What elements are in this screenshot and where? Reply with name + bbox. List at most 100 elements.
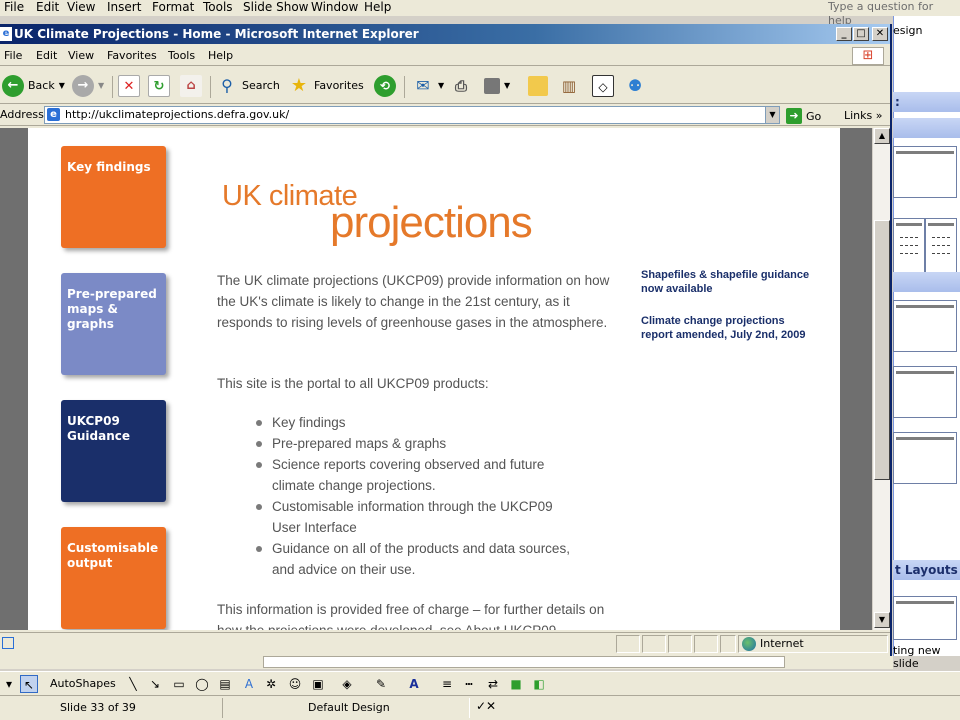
oval-tool-icon[interactable]: ◯: [193, 675, 211, 693]
ie-toolbar: ← Back ▼ → ▼ ✕ ↻ ⌂ ⚲ Search ★ Favorites …: [0, 68, 890, 104]
address-dropdown-icon[interactable]: ▼: [765, 107, 779, 123]
ie-app-icon[interactable]: e: [0, 27, 12, 41]
minimize-button[interactable]: _: [836, 27, 852, 41]
ppt-menu-edit[interactable]: Edit: [36, 0, 59, 15]
ppt-layout-thumb[interactable]: [893, 218, 925, 274]
clipart-tool-icon[interactable]: ☺: [286, 675, 304, 693]
ppt-design-label[interactable]: esign: [893, 24, 923, 37]
close-button[interactable]: ✕: [872, 27, 888, 41]
favorites-star-icon: ★: [290, 75, 308, 96]
ie-vertical-scrollbar[interactable]: ▲ ▼: [872, 128, 890, 630]
search-button[interactable]: ⚲ Search: [216, 74, 280, 98]
list-item: Customisable information through the UKC…: [256, 496, 578, 538]
stop-button[interactable]: ✕: [118, 74, 140, 98]
back-label: Back: [28, 79, 55, 92]
ie-statusbar: Internet: [0, 632, 890, 654]
picture-tool-icon[interactable]: ▣: [309, 675, 327, 693]
font-color-icon[interactable]: A: [405, 675, 423, 693]
refresh-button[interactable]: ↻: [148, 74, 170, 98]
research-button[interactable]: ▥: [558, 74, 580, 98]
wordart-tool-icon[interactable]: A: [240, 675, 258, 693]
ie-titlebar[interactable]: e UK Climate Projections - Home - Micros…: [0, 24, 890, 44]
ppt-menu-view[interactable]: View: [67, 0, 95, 15]
ie-menu-tools[interactable]: Tools: [168, 49, 195, 62]
ie-menu-edit[interactable]: Edit: [36, 49, 57, 62]
ppt-layout-thumb[interactable]: [893, 596, 957, 640]
status-cell: [668, 635, 692, 653]
fill-color-icon[interactable]: ◈: [338, 675, 356, 693]
ppt-layout-thumb[interactable]: [925, 218, 957, 274]
ppt-menu-insert[interactable]: Insert: [107, 0, 141, 15]
maximize-button[interactable]: □: [853, 27, 869, 41]
3d-style-icon[interactable]: ◧: [530, 675, 548, 693]
history-button[interactable]: ⟲: [374, 74, 396, 98]
textbox-tool-icon[interactable]: ▤: [216, 675, 234, 693]
scroll-up-arrow-icon[interactable]: ▲: [874, 128, 890, 144]
print-icon: ⎙: [454, 77, 467, 95]
tile-key-findings[interactable]: Key findings: [61, 146, 166, 248]
dash-style-icon[interactable]: ┅: [460, 675, 478, 693]
tile-customisable-output[interactable]: Customisable output: [61, 527, 166, 629]
edit-button[interactable]: ▼: [484, 74, 510, 98]
favorites-button[interactable]: ★ Favorites: [288, 74, 364, 98]
ppt-menu-tools[interactable]: Tools: [203, 0, 233, 15]
draw-menu-icon[interactable]: ▾: [2, 675, 16, 693]
mail-button[interactable]: ✉ ▼: [412, 74, 444, 98]
favorites-label: Favorites: [314, 79, 364, 92]
ppt-layout-thumb[interactable]: [893, 366, 957, 418]
links-menu[interactable]: Links »: [844, 109, 883, 122]
rectangle-tool-icon[interactable]: ▭: [170, 675, 188, 693]
ppt-pane-section-layouts: t Layouts: [893, 560, 960, 580]
back-button[interactable]: ← Back ▼: [2, 74, 65, 98]
diagram-tool-icon[interactable]: ✲: [262, 675, 280, 693]
messenger-button[interactable]: ◇: [592, 74, 614, 98]
tile-ukcp09-guidance[interactable]: UKCP09 Guidance: [61, 400, 166, 502]
ppt-menu-file[interactable]: File: [4, 0, 24, 15]
ppt-layout-thumb[interactable]: [893, 146, 957, 198]
tile-maps-graphs[interactable]: Pre-prepared maps & graphs: [61, 273, 166, 375]
line-color-icon[interactable]: ✎: [372, 675, 390, 693]
line-style-icon[interactable]: ≡: [438, 675, 456, 693]
mail-dropdown-icon[interactable]: ▼: [438, 74, 444, 98]
arrow-style-icon[interactable]: ⇄: [484, 675, 502, 693]
select-pointer-icon[interactable]: ↖: [20, 675, 38, 693]
ppt-pane-section-bar: [893, 272, 960, 292]
autoshapes-menu[interactable]: AutoShapes: [50, 677, 116, 690]
ppt-scroll-track[interactable]: [263, 656, 785, 668]
scroll-down-arrow-icon[interactable]: ▼: [874, 612, 890, 628]
news-link-shapefiles[interactable]: Shapefiles & shapefile guidance now avai…: [641, 268, 811, 296]
address-input[interactable]: http://ukclimateprojections.defra.gov.uk…: [44, 106, 780, 124]
discuss-button[interactable]: [528, 74, 548, 98]
ppt-layout-thumb[interactable]: [893, 300, 957, 352]
links-label: Links: [844, 109, 873, 122]
scroll-thumb[interactable]: [874, 220, 890, 480]
people-button[interactable]: ⚉: [624, 74, 646, 98]
line-tool-icon[interactable]: ╲: [124, 675, 142, 693]
forward-button[interactable]: → ▼: [72, 74, 104, 98]
ppt-horizontal-scrollbar[interactable]: [0, 655, 893, 669]
forward-dropdown-icon[interactable]: ▼: [98, 74, 104, 98]
ie-menu-help[interactable]: Help: [208, 49, 233, 62]
go-label: Go: [806, 109, 822, 123]
back-dropdown-icon[interactable]: ▼: [59, 74, 65, 98]
edit-dropdown-icon[interactable]: ▼: [504, 74, 510, 98]
go-button[interactable]: ➜ Go: [786, 107, 821, 125]
status-cell: [642, 635, 666, 653]
ie-menu-favorites[interactable]: Favorites: [107, 49, 157, 62]
home-button[interactable]: ⌂: [180, 74, 202, 98]
ie-menu-view[interactable]: View: [68, 49, 94, 62]
shadow-style-icon[interactable]: ■: [507, 675, 525, 693]
ppt-menu-slideshow[interactable]: Slide Show: [243, 0, 308, 15]
ppt-pane-section-bar: [893, 118, 960, 138]
ppt-layout-thumb[interactable]: [893, 432, 957, 484]
list-item: Science reports covering observed and fu…: [256, 454, 578, 496]
ppt-menu-window[interactable]: Window: [311, 0, 358, 15]
list-item: Guidance on all of the products and data…: [256, 538, 578, 580]
ie-menu-file[interactable]: File: [4, 49, 22, 62]
ppt-menu-format[interactable]: Format: [152, 0, 194, 15]
ppt-menu-help[interactable]: Help: [364, 0, 391, 15]
print-button[interactable]: ⎙: [450, 74, 472, 98]
news-link-report-amended[interactable]: Climate change projections report amende…: [641, 314, 811, 342]
arrow-tool-icon[interactable]: ↘: [146, 675, 164, 693]
home-icon: ⌂: [180, 75, 202, 97]
